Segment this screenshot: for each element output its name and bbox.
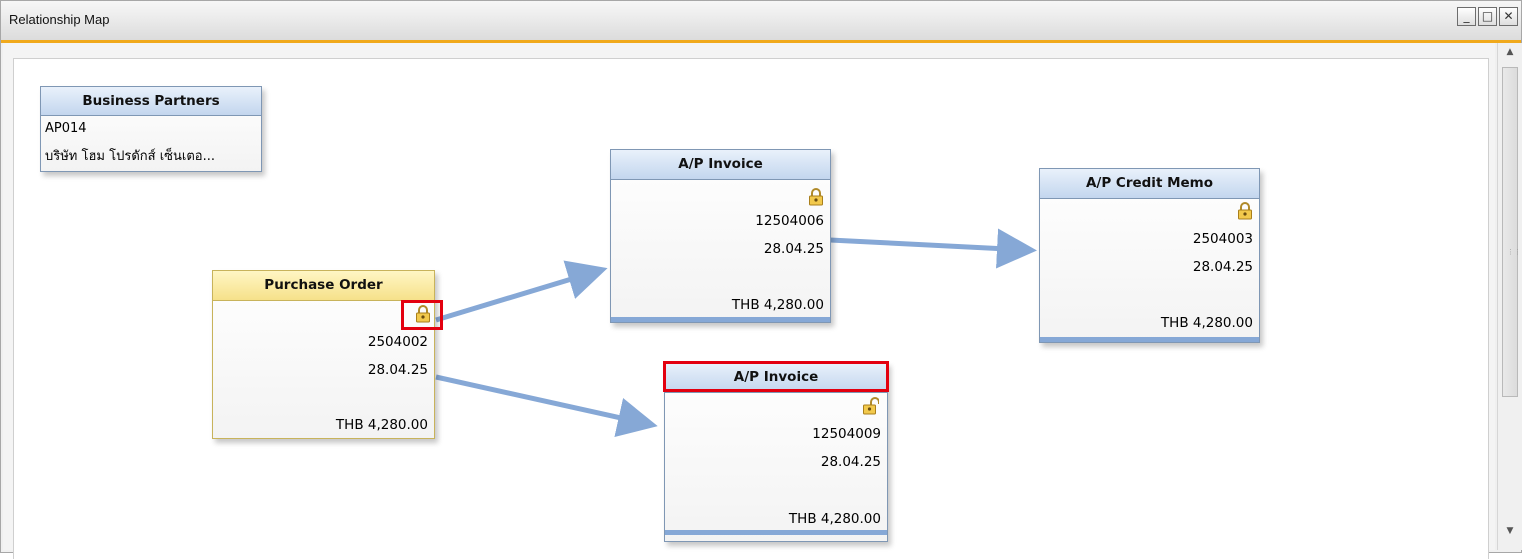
highlight-ap-invoice-2-header [663, 361, 889, 392]
scroll-up-icon[interactable]: ▲ [1498, 43, 1522, 61]
scroll-down-icon[interactable]: ▼ [1498, 522, 1522, 540]
scroll-thumb[interactable]: ⋮⋮ [1502, 67, 1521, 397]
ap-invoice-1-header: A/P Invoice [611, 150, 830, 180]
closed-lock-icon[interactable] [1237, 202, 1253, 220]
window-title: Relationship Map [9, 12, 110, 27]
title-bar[interactable]: Relationship Map _ □ ✕ [1, 1, 1521, 43]
ap-invoice-2-status-bar [665, 530, 887, 535]
ap-invoice-1-date: 28.04.25 [763, 241, 824, 257]
ap-invoice-2-date: 28.04.25 [820, 454, 881, 470]
minimize-button[interactable]: _ [1457, 7, 1476, 26]
ap-invoice-2-amount: THB 4,280.00 [788, 511, 881, 527]
purchase-order-header: Purchase Order [213, 271, 434, 301]
open-lock-icon[interactable] [863, 397, 879, 415]
bp-name[interactable]: บริษัท โฮม โปรดักส์ เซ็นเตอ... [45, 145, 215, 166]
purchase-order-node[interactable]: Purchase Order 2504002 28.04.25 THB 4,28… [212, 270, 435, 439]
po-number: 2504002 [367, 334, 428, 350]
ap-credit-memo-number: 2504003 [1192, 231, 1253, 247]
close-button[interactable]: ✕ [1499, 7, 1518, 26]
business-partners-header: Business Partners [41, 87, 261, 116]
ap-credit-memo-date: 28.04.25 [1192, 259, 1253, 275]
maximize-button[interactable]: □ [1478, 7, 1497, 26]
highlight-po-lock [401, 300, 443, 330]
closed-lock-icon[interactable] [808, 188, 824, 206]
ap-invoice-1-number: 12504006 [755, 213, 824, 229]
bp-code[interactable]: AP014 [45, 121, 87, 136]
grip-icon: ⋮⋮ [1507, 248, 1521, 256]
ap-invoice-2-number: 12504009 [812, 426, 881, 442]
business-partners-node[interactable]: Business Partners AP014 บริษัท โฮม โปรดั… [40, 86, 262, 172]
po-amount: THB 4,280.00 [335, 417, 428, 433]
ap-credit-memo-header: A/P Credit Memo [1040, 169, 1259, 199]
ap-credit-memo-node[interactable]: A/P Credit Memo 2504003 28.04.25 THB 4,2… [1039, 168, 1260, 343]
ap-invoice-1-status-bar [611, 317, 830, 322]
ap-credit-memo-amount: THB 4,280.00 [1160, 315, 1253, 331]
po-date: 28.04.25 [367, 362, 428, 378]
ap-invoice-node-1[interactable]: A/P Invoice 12504006 28.04.25 THB 4,280.… [610, 149, 831, 323]
ap-credit-memo-status-bar [1040, 337, 1259, 342]
vertical-scrollbar[interactable]: ▲ ⋮⋮ ▼ [1497, 43, 1522, 550]
ap-invoice-1-amount: THB 4,280.00 [731, 297, 824, 313]
